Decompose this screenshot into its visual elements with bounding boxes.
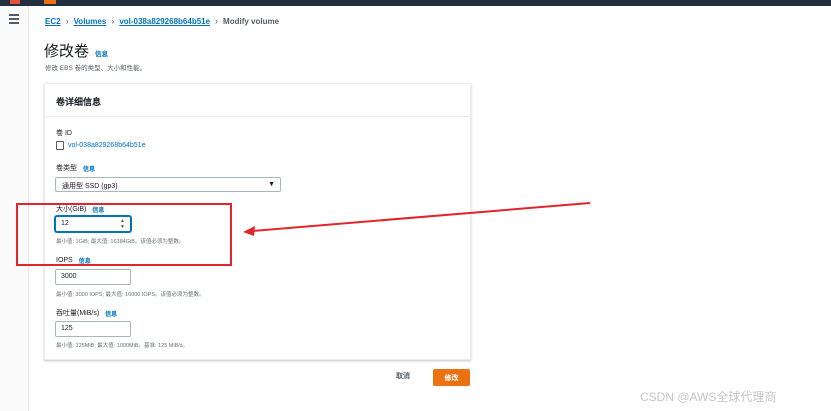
annotation-arrow <box>243 202 591 236</box>
watermark: CSDN @AWS全球代理商 <box>640 390 777 404</box>
